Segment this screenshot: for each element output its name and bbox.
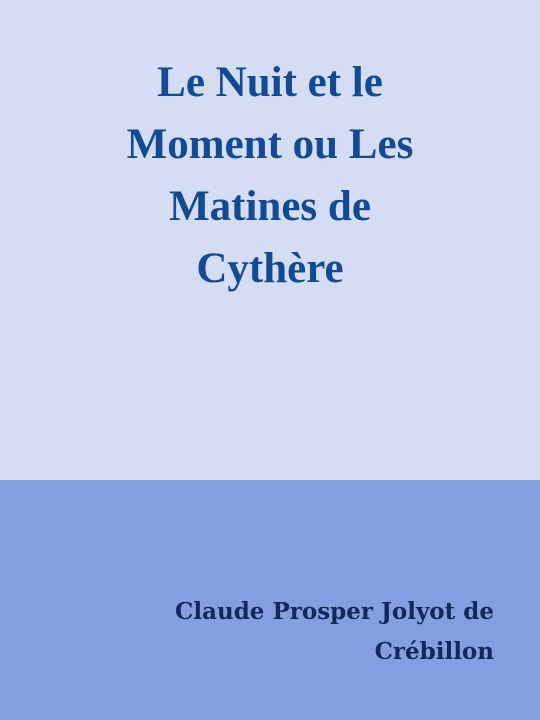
book-author: Claude Prosper Jolyot de Crébillon <box>175 598 494 665</box>
title-panel: Le Nuit et le Moment ou Les Matines de C… <box>0 0 540 480</box>
book-title: Le Nuit et le Moment ou Les Matines de C… <box>126 59 414 292</box>
book-cover: Le Nuit et le Moment ou Les Matines de C… <box>0 0 540 720</box>
